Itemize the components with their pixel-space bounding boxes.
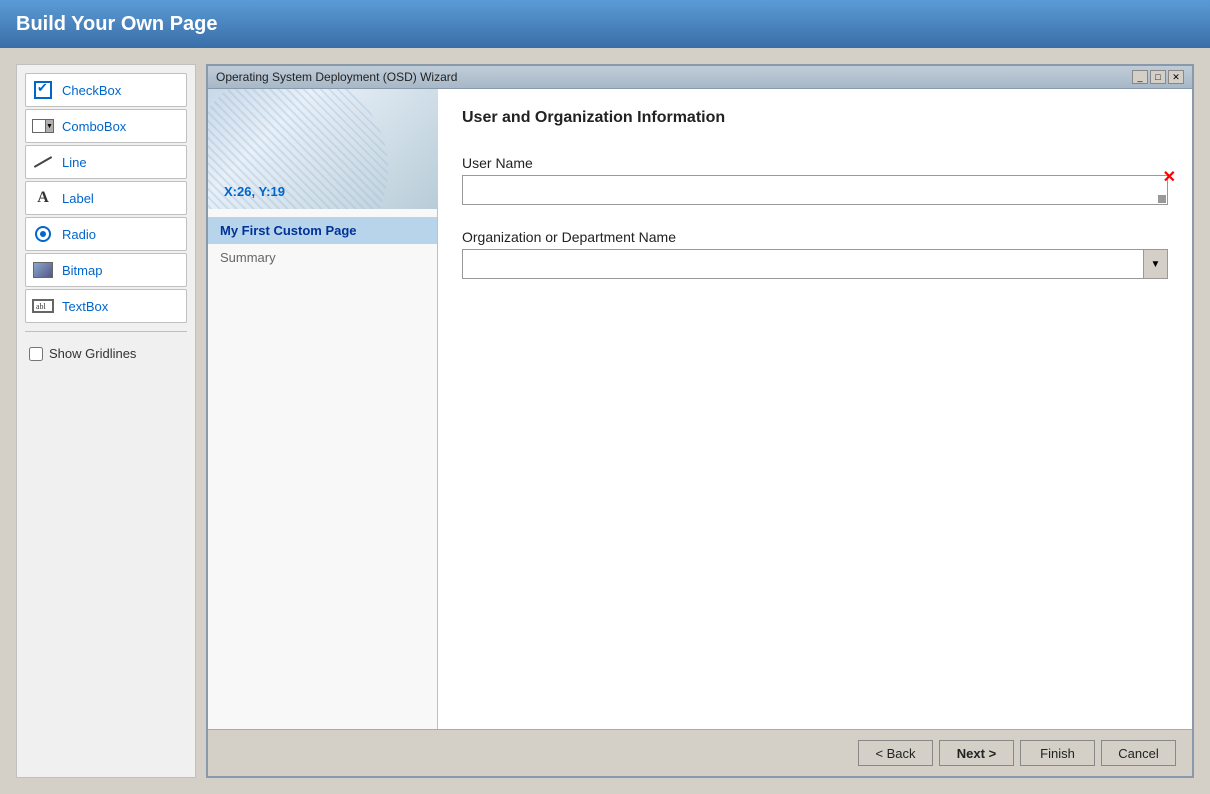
wizard-nav: My First Custom Page Summary <box>208 209 438 729</box>
form-group-org: Organization or Department Name ▼ <box>462 229 1168 279</box>
toolbox-bitmap-label: Bitmap <box>62 263 102 278</box>
wizard-title: Operating System Deployment (OSD) Wizard <box>216 70 457 84</box>
label-icon: A <box>32 187 54 209</box>
toolbox-radio-label: Radio <box>62 227 96 242</box>
wizard-section-title: User and Organization Information <box>462 109 1168 127</box>
wizard-nav-summary[interactable]: Summary <box>208 244 437 271</box>
line-icon <box>32 151 54 173</box>
toolbox-label-label: Label <box>62 191 94 206</box>
wizard-body: X:26, Y:19 My First Custom Page Summary … <box>208 89 1192 729</box>
wizard-minimize-button[interactable]: _ <box>1132 70 1148 84</box>
toolbox-item-bitmap[interactable]: Bitmap <box>25 253 187 287</box>
page-title: Build Your Own Page <box>16 13 218 36</box>
wizard-close-button[interactable]: ✕ <box>1168 70 1184 84</box>
combobox-icon: ▼ <box>32 115 54 137</box>
next-button[interactable]: Next > <box>939 740 1014 766</box>
wizard-controls: _ □ ✕ <box>1132 70 1184 84</box>
back-button[interactable]: < Back <box>858 740 933 766</box>
resize-handle-username[interactable] <box>1158 195 1166 203</box>
toolbox-line-label: Line <box>62 155 87 170</box>
toolbox-checkbox-label: CheckBox <box>62 83 121 98</box>
textbox-icon: abl <box>32 295 54 317</box>
wizard-titlebar: Operating System Deployment (OSD) Wizard… <box>208 66 1192 89</box>
wizard-panel: Operating System Deployment (OSD) Wizard… <box>206 64 1194 778</box>
radio-icon <box>32 223 54 245</box>
toolbox-textbox-label: TextBox <box>62 299 108 314</box>
main-content: CheckBox ▼ ComboBox Line A Label <box>0 48 1210 794</box>
toolbox-item-combobox[interactable]: ▼ ComboBox <box>25 109 187 143</box>
org-combobox-input[interactable] <box>463 250 1143 278</box>
finish-button[interactable]: Finish <box>1020 740 1095 766</box>
wizard-banner: X:26, Y:19 <box>208 89 438 209</box>
toolbox-divider <box>25 331 187 332</box>
username-label: User Name <box>462 155 1168 171</box>
username-input[interactable] <box>462 175 1168 205</box>
header-bar: Build Your Own Page <box>0 0 1210 48</box>
show-gridlines-container: Show Gridlines <box>25 342 187 365</box>
toolbox-combobox-label: ComboBox <box>62 119 126 134</box>
wizard-coords: X:26, Y:19 <box>224 184 285 199</box>
wizard-maximize-button[interactable]: □ <box>1150 70 1166 84</box>
required-indicator: ✕ <box>1163 167 1176 187</box>
show-gridlines-label: Show Gridlines <box>49 346 136 361</box>
org-label: Organization or Department Name <box>462 229 1168 245</box>
form-group-username: User Name ✕ <box>462 155 1168 205</box>
toolbox-item-textbox[interactable]: abl TextBox <box>25 289 187 323</box>
wizard-left-panel: X:26, Y:19 My First Custom Page Summary <box>208 89 438 729</box>
toolbox-item-radio[interactable]: Radio <box>25 217 187 251</box>
cancel-button[interactable]: Cancel <box>1101 740 1176 766</box>
toolbox-item-line[interactable]: Line <box>25 145 187 179</box>
bitmap-icon <box>32 259 54 281</box>
username-input-wrapper: ✕ <box>462 175 1168 205</box>
org-combobox-dropdown-button[interactable]: ▼ <box>1143 250 1167 278</box>
toolbox-item-checkbox[interactable]: CheckBox <box>25 73 187 107</box>
toolbox-panel: CheckBox ▼ ComboBox Line A Label <box>16 64 196 778</box>
toolbox-item-label[interactable]: A Label <box>25 181 187 215</box>
show-gridlines-checkbox[interactable] <box>29 347 43 361</box>
checkbox-icon <box>32 79 54 101</box>
org-combobox-wrapper: ▼ <box>462 249 1168 279</box>
wizard-bottom-bar: < Back Next > Finish Cancel <box>208 729 1192 776</box>
wizard-nav-custom-page[interactable]: My First Custom Page <box>208 217 437 244</box>
wizard-content: User and Organization Information User N… <box>438 89 1192 729</box>
